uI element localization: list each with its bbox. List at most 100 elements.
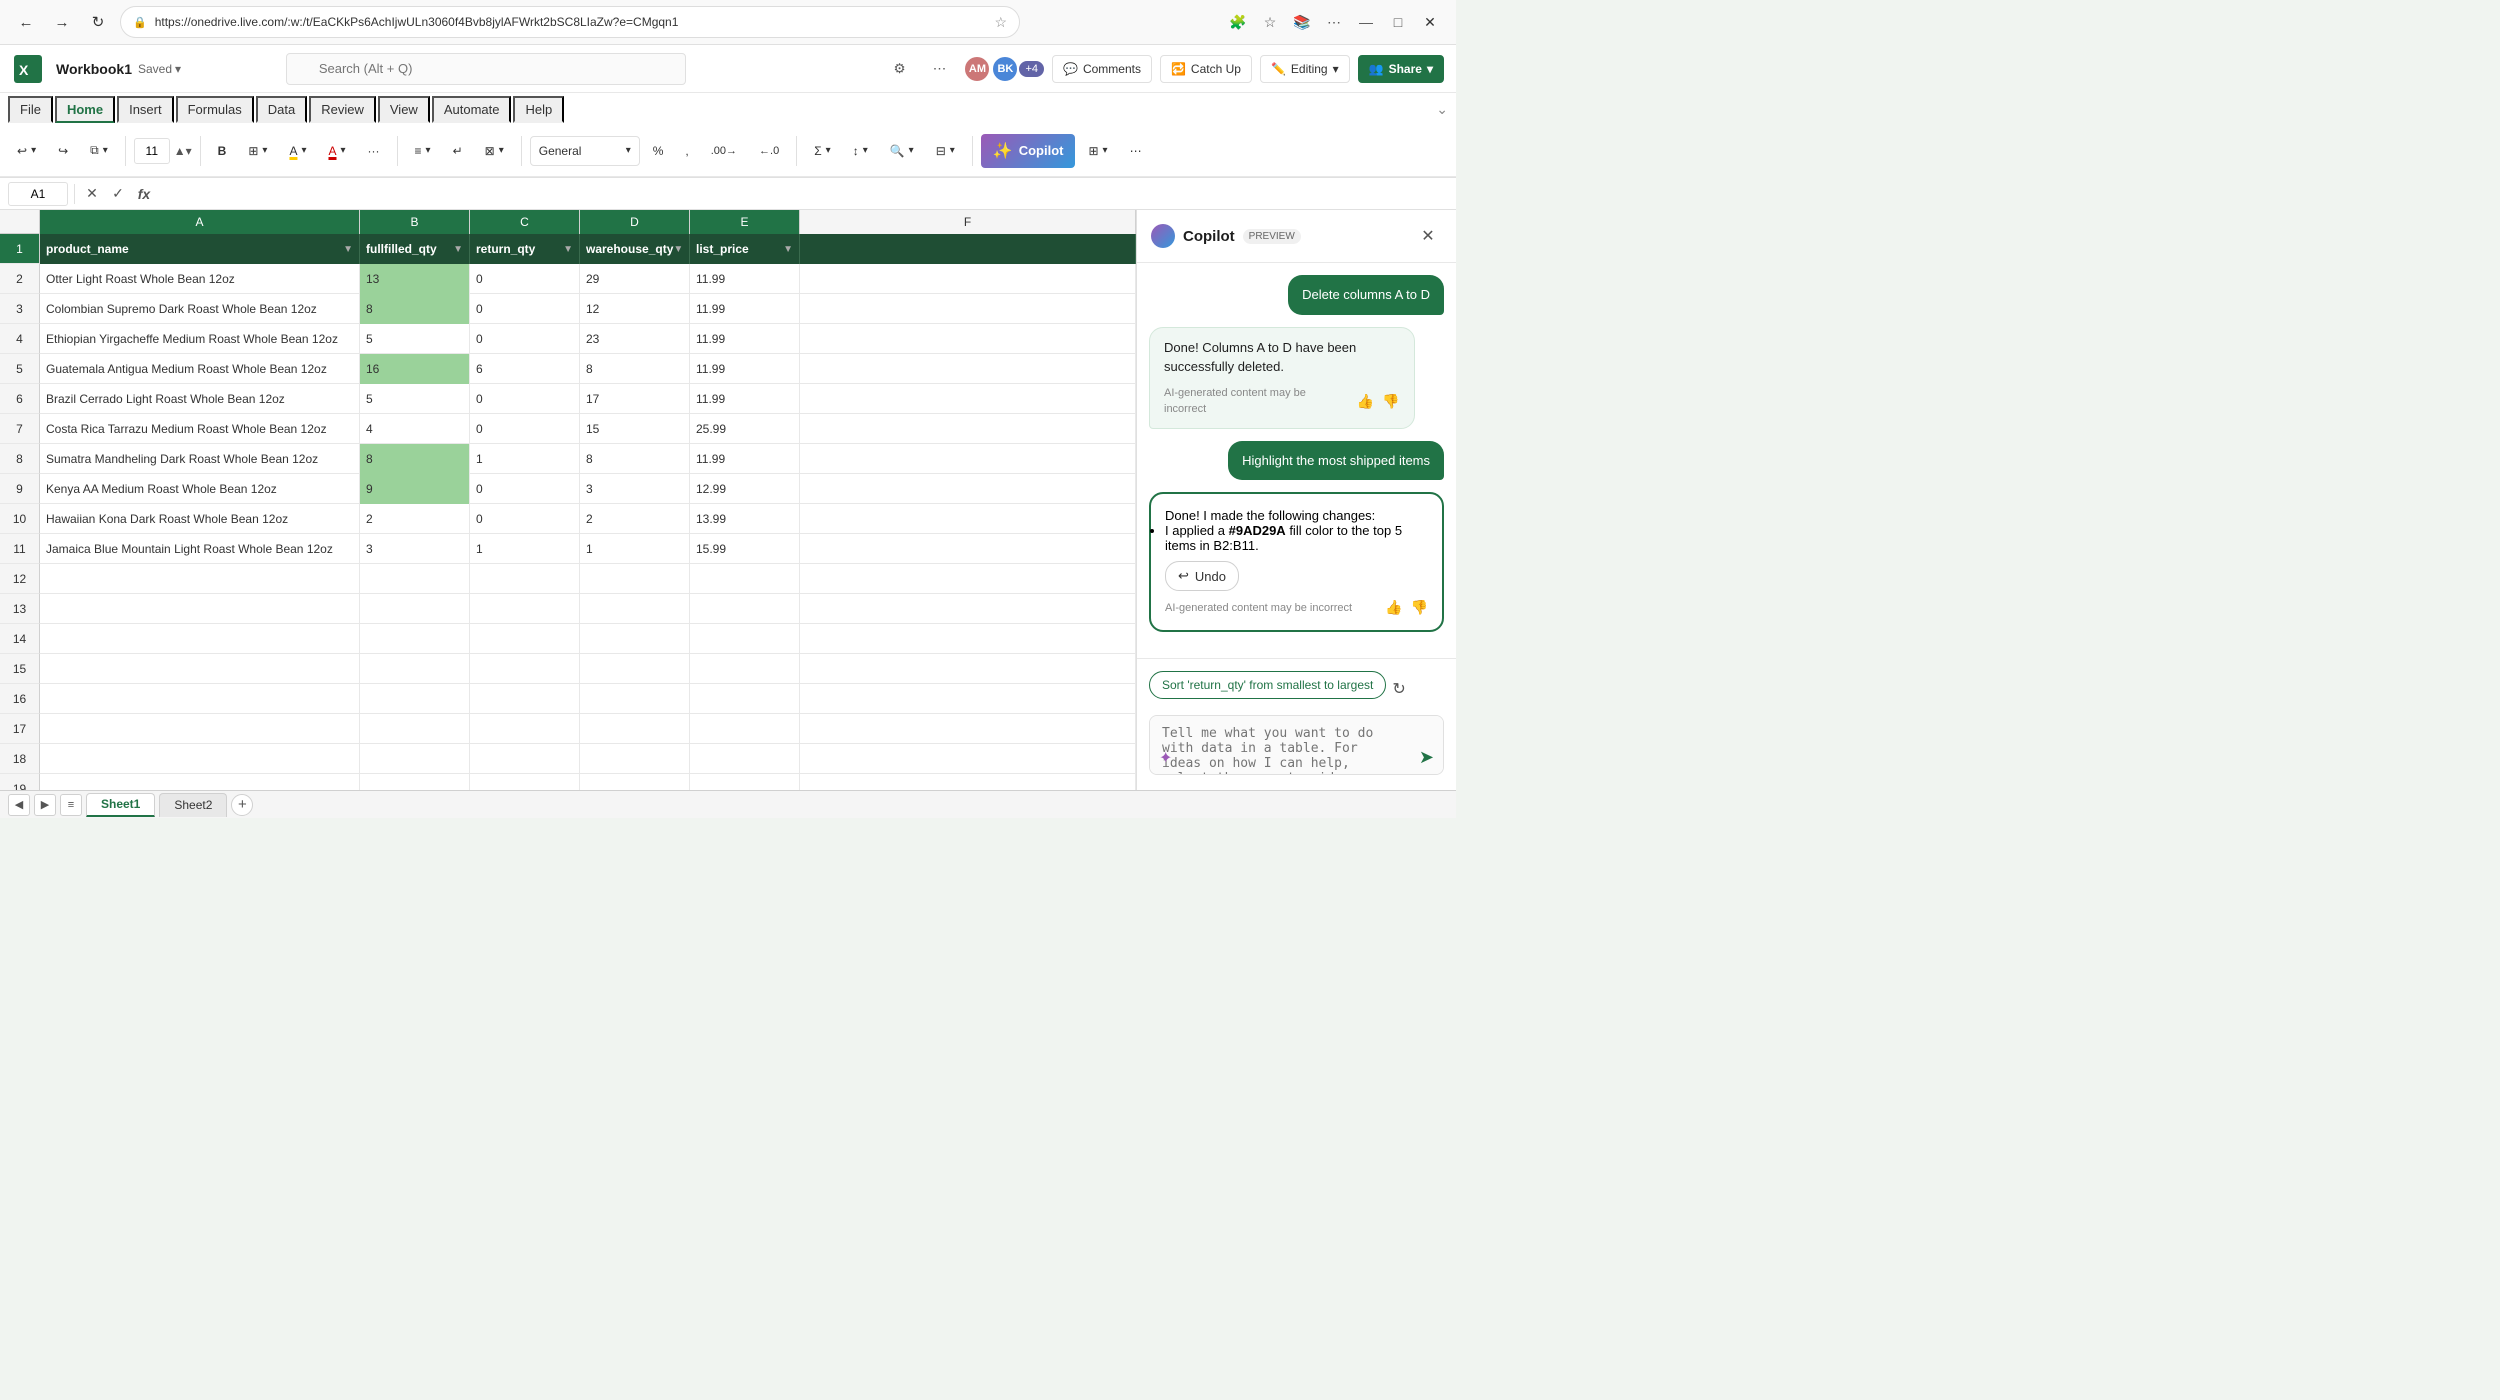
cell-b-4[interactable]: 5 <box>360 324 470 354</box>
clipboard-button[interactable]: ⧉ ▾ <box>81 133 117 169</box>
cell-e-10[interactable]: 13.99 <box>690 504 800 534</box>
cell-b-8[interactable]: 8 <box>360 444 470 474</box>
cell-a-15[interactable] <box>40 654 360 684</box>
row-num-6[interactable]: 6 <box>0 384 40 414</box>
cell-f-9[interactable] <box>800 474 1136 504</box>
tab-file[interactable]: File <box>8 96 53 123</box>
cell-d-5[interactable]: 8 <box>580 354 690 384</box>
cell-a-4[interactable]: Ethiopian Yirgacheffe Medium Roast Whole… <box>40 324 360 354</box>
cell-e-7[interactable]: 25.99 <box>690 414 800 444</box>
row-num-12[interactable]: 12 <box>0 564 40 594</box>
row-num-15[interactable]: 15 <box>0 654 40 684</box>
editing-button[interactable]: ✏️ Editing ▾ <box>1260 55 1350 83</box>
cell-e-4[interactable]: 11.99 <box>690 324 800 354</box>
cell-a-2[interactable]: Otter Light Roast Whole Bean 12oz <box>40 264 360 294</box>
cell-b-18[interactable] <box>360 744 470 774</box>
row-num-2[interactable]: 2 <box>0 264 40 294</box>
row-num-4[interactable]: 4 <box>0 324 40 354</box>
cell-d-18[interactable] <box>580 744 690 774</box>
cell-c-12[interactable] <box>470 564 580 594</box>
cell-d-17[interactable] <box>580 714 690 744</box>
cell-d-19[interactable] <box>580 774 690 790</box>
cell-d-8[interactable]: 8 <box>580 444 690 474</box>
header-cell-c[interactable]: return_qty ▼ <box>470 234 580 264</box>
cell-f-10[interactable] <box>800 504 1136 534</box>
tab-review[interactable]: Review <box>309 96 376 123</box>
forward-button[interactable]: → <box>48 8 76 36</box>
row-num-14[interactable]: 14 <box>0 624 40 654</box>
thumbs-up-button-2[interactable]: 👍 <box>1385 599 1402 616</box>
row-num-18[interactable]: 18 <box>0 744 40 774</box>
row-num-1[interactable]: 1 <box>0 234 40 264</box>
cell-f-2[interactable] <box>800 264 1136 294</box>
cell-c-17[interactable] <box>470 714 580 744</box>
cell-e-2[interactable]: 11.99 <box>690 264 800 294</box>
cell-e-15[interactable] <box>690 654 800 684</box>
cell-b-9[interactable]: 9 <box>360 474 470 504</box>
cell-c-6[interactable]: 0 <box>470 384 580 414</box>
bold-button[interactable]: B <box>209 133 236 169</box>
cell-e-5[interactable]: 11.99 <box>690 354 800 384</box>
cell-b-5[interactable]: 16 <box>360 354 470 384</box>
cell-c-5[interactable]: 6 <box>470 354 580 384</box>
cell-a-10[interactable]: Hawaiian Kona Dark Roast Whole Bean 12oz <box>40 504 360 534</box>
header-cell-a[interactable]: product_name ▼ <box>40 234 360 264</box>
cell-a-11[interactable]: Jamaica Blue Mountain Light Roast Whole … <box>40 534 360 564</box>
formula-input[interactable] <box>161 182 1448 206</box>
tab-formulas[interactable]: Formulas <box>176 96 254 123</box>
cell-b-16[interactable] <box>360 684 470 714</box>
row-num-7[interactable]: 7 <box>0 414 40 444</box>
cell-b-12[interactable] <box>360 564 470 594</box>
cell-c-15[interactable] <box>470 654 580 684</box>
cell-c-13[interactable] <box>470 594 580 624</box>
favorites-button[interactable]: ☆ <box>1256 8 1284 36</box>
cell-c-9[interactable]: 0 <box>470 474 580 504</box>
cell-b-19[interactable] <box>360 774 470 790</box>
cell-d-7[interactable]: 15 <box>580 414 690 444</box>
font-size-input[interactable] <box>134 138 170 164</box>
cell-f-19[interactable] <box>800 774 1136 790</box>
minimize-button[interactable]: — <box>1352 8 1380 36</box>
search-input[interactable] <box>286 53 686 85</box>
cell-b-3[interactable]: 8 <box>360 294 470 324</box>
cell-a-6[interactable]: Brazil Cerrado Light Roast Whole Bean 12… <box>40 384 360 414</box>
sort-suggestion-chip[interactable]: Sort 'return_qty' from smallest to large… <box>1149 671 1386 699</box>
sheet-tab-2[interactable]: Sheet2 <box>159 793 227 817</box>
col-row-format-button[interactable]: ⊞▾ <box>1079 133 1116 169</box>
undo-button-copilot[interactable]: ↩ Undo <box>1165 561 1239 591</box>
cell-d-2[interactable]: 29 <box>580 264 690 294</box>
cell-b-14[interactable] <box>360 624 470 654</box>
tab-automate[interactable]: Automate <box>432 96 512 123</box>
maximize-button[interactable]: □ <box>1384 8 1412 36</box>
cell-f-12[interactable] <box>800 564 1136 594</box>
cell-d-10[interactable]: 2 <box>580 504 690 534</box>
copilot-input[interactable] <box>1149 715 1444 775</box>
cell-reference-input[interactable] <box>8 182 68 206</box>
thumbs-up-button-1[interactable]: 👍 <box>1357 393 1374 410</box>
saved-status[interactable]: Saved ▾ <box>138 62 181 76</box>
row-num-9[interactable]: 9 <box>0 474 40 504</box>
formula-cancel-button[interactable]: ✕ <box>81 183 103 205</box>
increase-decimal-button[interactable]: .00→ <box>702 133 746 169</box>
row-num-17[interactable]: 17 <box>0 714 40 744</box>
ribbon-collapse-button[interactable]: ⌄ <box>1436 101 1448 118</box>
cell-b-2[interactable]: 13 <box>360 264 470 294</box>
cell-d-14[interactable] <box>580 624 690 654</box>
number-format-dropdown[interactable]: General ▾ <box>530 136 640 166</box>
header-cell-f[interactable] <box>800 234 1136 264</box>
sparkle-button[interactable]: ✦ <box>1159 748 1172 768</box>
cell-f-11[interactable] <box>800 534 1136 564</box>
sheet-view-button[interactable]: ⊟▾ <box>927 133 964 169</box>
cell-a-16[interactable] <box>40 684 360 714</box>
cell-b-13[interactable] <box>360 594 470 624</box>
cell-e-18[interactable] <box>690 744 800 774</box>
cell-b-6[interactable]: 5 <box>360 384 470 414</box>
share-button[interactable]: 👥 Share ▾ <box>1358 55 1444 83</box>
refresh-suggestions-button[interactable]: ↻ <box>1392 679 1405 699</box>
cell-d-4[interactable]: 23 <box>580 324 690 354</box>
comments-button[interactable]: 💬 Comments <box>1052 55 1152 83</box>
cell-a-18[interactable] <box>40 744 360 774</box>
cell-b-15[interactable] <box>360 654 470 684</box>
row-num-13[interactable]: 13 <box>0 594 40 624</box>
cell-f-5[interactable] <box>800 354 1136 384</box>
